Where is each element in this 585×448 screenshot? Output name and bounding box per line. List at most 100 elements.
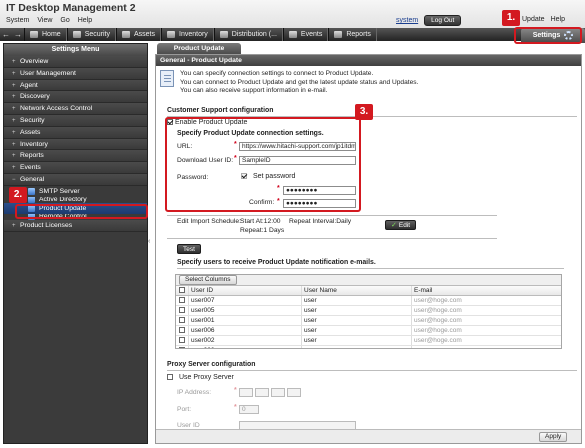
sidebar-item-reports[interactable]: + Reports bbox=[4, 150, 147, 163]
sidebar-item-events[interactable]: + Events bbox=[4, 162, 147, 174]
sidebar-item-overview[interactable]: + Overview bbox=[4, 56, 147, 68]
use-proxy-checkbox[interactable] bbox=[167, 374, 173, 380]
collapse-sidebar-icon[interactable]: ‹ bbox=[148, 238, 153, 247]
import-schedule-label: Edit Import Schedule: bbox=[177, 218, 241, 225]
tab-reports[interactable]: Reports bbox=[328, 28, 377, 41]
row-checkbox[interactable] bbox=[179, 327, 185, 333]
callout-badge-1: 1. bbox=[502, 10, 520, 26]
sidebar-item-label: Product Licenses bbox=[20, 221, 73, 229]
divider bbox=[167, 238, 497, 239]
cell-user-id: user007 bbox=[188, 296, 301, 305]
user-link[interactable]: system bbox=[396, 17, 418, 24]
table-row[interactable]: user006 user user@hoge.com bbox=[176, 326, 561, 336]
sidebar-item-inventory[interactable]: + Inventory bbox=[4, 138, 147, 151]
menu-bar: System View Go Help bbox=[6, 17, 92, 24]
proxy-title: Proxy Server configuration bbox=[167, 361, 256, 368]
port-input[interactable]: 0 bbox=[239, 405, 259, 414]
sidebar-item-label: Reports bbox=[20, 152, 44, 160]
table-row[interactable]: user002 user user@hoge.com bbox=[176, 336, 561, 346]
header-links: Update Help bbox=[522, 16, 565, 23]
collapse-icon: − bbox=[12, 176, 16, 183]
use-proxy[interactable]: Use Proxy Server bbox=[167, 374, 234, 381]
column-header-user-id[interactable]: User ID bbox=[188, 286, 301, 295]
edit-schedule-button[interactable]: ✓ Edit bbox=[385, 220, 417, 230]
callout-box-3 bbox=[165, 117, 361, 212]
column-header-email[interactable]: E-mail bbox=[411, 286, 561, 295]
ip-octet-1[interactable] bbox=[239, 388, 253, 397]
intro-text: You can specify connection settings to c… bbox=[180, 70, 418, 96]
logout-button[interactable]: Log Out bbox=[424, 15, 462, 26]
ip-octet-2[interactable] bbox=[255, 388, 269, 397]
select-columns-button[interactable]: Select Columns bbox=[179, 275, 237, 285]
cell-user-name bbox=[301, 346, 411, 348]
callout-badge-2: 2. bbox=[9, 187, 27, 203]
sidebar-item-discovery[interactable]: + Discovery bbox=[4, 91, 147, 104]
check-icon: ✓ bbox=[391, 221, 397, 229]
menu-system[interactable]: System bbox=[6, 17, 29, 24]
tab-home[interactable]: Home bbox=[24, 28, 67, 41]
sidebar-item-general[interactable]: − General bbox=[4, 173, 147, 186]
tab-security[interactable]: Security bbox=[66, 28, 116, 41]
menu-help[interactable]: Help bbox=[78, 17, 92, 24]
column-header-user-name[interactable]: User Name bbox=[301, 286, 411, 295]
row-checkbox[interactable] bbox=[179, 307, 185, 313]
tab-events-label: Events bbox=[300, 31, 323, 38]
ip-octet-4[interactable] bbox=[287, 388, 301, 397]
cell-user-name: user bbox=[301, 296, 411, 305]
menu-view[interactable]: View bbox=[37, 17, 52, 24]
tab-inventory-label: Inventory bbox=[179, 31, 208, 38]
sidebar-item-label: User Management bbox=[20, 69, 76, 77]
row-checkbox[interactable] bbox=[179, 317, 185, 323]
apply-button[interactable]: Apply bbox=[539, 432, 568, 442]
proxy-user-id-label: User ID bbox=[177, 422, 200, 429]
sidebar-item-label: Assets bbox=[20, 128, 41, 136]
table-row[interactable]: user003 bbox=[176, 346, 561, 348]
select-all-checkbox[interactable] bbox=[179, 287, 185, 293]
table-row[interactable]: user005 user user@hoge.com bbox=[176, 306, 561, 316]
users-table: Select Columns User ID User Name E-mail … bbox=[175, 274, 562, 349]
app-title: IT Desktop Management 2 bbox=[6, 2, 136, 14]
forward-arrow-icon[interactable]: → bbox=[12, 30, 24, 39]
update-link[interactable]: Update bbox=[522, 16, 545, 23]
row-checkbox[interactable] bbox=[179, 297, 185, 303]
sidebar-item-label: Security bbox=[20, 116, 45, 124]
expand-icon: + bbox=[12, 222, 16, 229]
table-row[interactable]: user007 user user@hoge.com bbox=[176, 296, 561, 306]
tab-product-update[interactable]: Product Update bbox=[157, 43, 241, 54]
module-nav: ← → Home Security Assets Inventory Distr… bbox=[0, 28, 585, 41]
tab-reports-label: Reports bbox=[346, 31, 371, 38]
sidebar-item-network-access-control[interactable]: + Network Access Control bbox=[4, 103, 147, 115]
tab-assets[interactable]: Assets bbox=[115, 28, 161, 41]
test-button[interactable]: Test bbox=[177, 244, 201, 254]
cell-email bbox=[411, 346, 561, 348]
sidebar-item-security[interactable]: + Security bbox=[4, 114, 147, 127]
sidebar-item-product-licenses[interactable]: + Product Licenses bbox=[4, 219, 147, 232]
sidebar-item-user-management[interactable]: + User Management bbox=[4, 67, 147, 80]
sidebar-item-label: Inventory bbox=[20, 140, 48, 148]
intro-line: You can specify connection settings to c… bbox=[180, 70, 374, 77]
tab-inventory[interactable]: Inventory bbox=[161, 28, 214, 41]
ip-address-label: IP Address: bbox=[177, 389, 212, 396]
table-header: User ID User Name E-mail bbox=[176, 286, 561, 296]
ip-octet-3[interactable] bbox=[271, 388, 285, 397]
port-label: Port: bbox=[177, 406, 192, 413]
reports-icon bbox=[334, 31, 343, 38]
cell-user-name: user bbox=[301, 336, 411, 345]
back-arrow-icon[interactable]: ← bbox=[0, 30, 12, 39]
sidebar-item-assets[interactable]: + Assets bbox=[4, 126, 147, 139]
table-body: user007 user user@hoge.com user005 user … bbox=[176, 296, 561, 348]
table-row[interactable]: user001 user user@hoge.com bbox=[176, 316, 561, 326]
sidebar-item-label: Events bbox=[20, 164, 41, 172]
menu-go[interactable]: Go bbox=[60, 17, 69, 24]
row-checkbox[interactable] bbox=[179, 347, 185, 348]
smtp-icon bbox=[28, 187, 35, 195]
intro-line: You can also receive support information… bbox=[180, 87, 328, 94]
row-checkbox[interactable] bbox=[179, 337, 185, 343]
tab-events[interactable]: Events bbox=[282, 28, 329, 41]
tab-distribution[interactable]: Distribution (... bbox=[213, 28, 283, 41]
tab-assets-label: Assets bbox=[133, 31, 155, 38]
help-link[interactable]: Help bbox=[551, 16, 565, 23]
distribution-icon bbox=[219, 31, 228, 38]
cell-user-name: user bbox=[301, 326, 411, 335]
sidebar-item-agent[interactable]: + Agent bbox=[4, 79, 147, 92]
